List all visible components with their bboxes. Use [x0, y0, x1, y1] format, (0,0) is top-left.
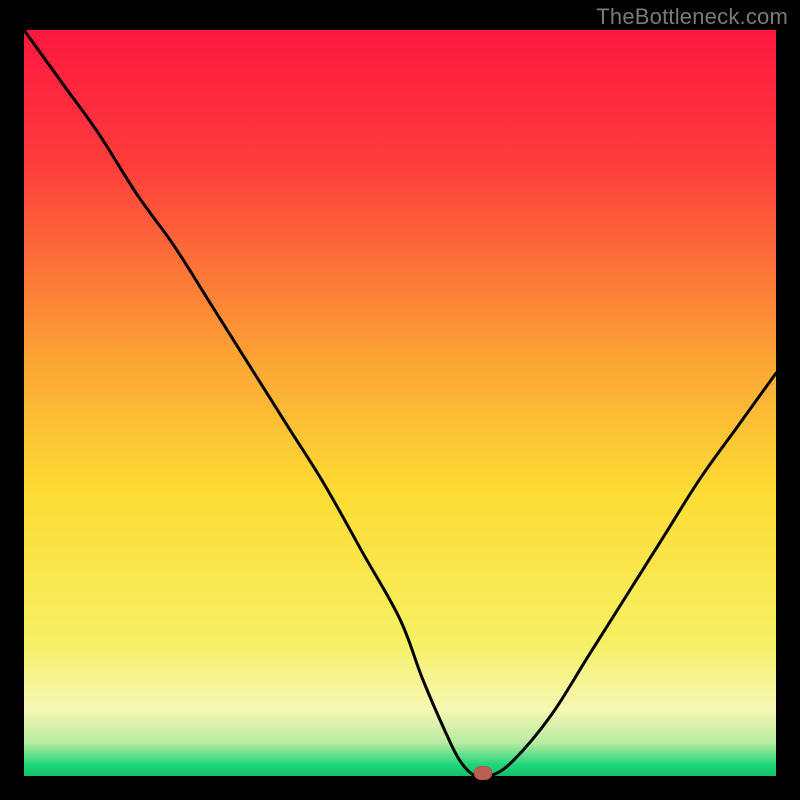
optimal-marker [474, 766, 492, 780]
gradient-rect [24, 30, 776, 776]
plot-area [24, 30, 776, 776]
watermark-text: TheBottleneck.com [596, 4, 788, 30]
chart-frame: TheBottleneck.com [0, 0, 800, 800]
plot-svg [24, 30, 776, 776]
